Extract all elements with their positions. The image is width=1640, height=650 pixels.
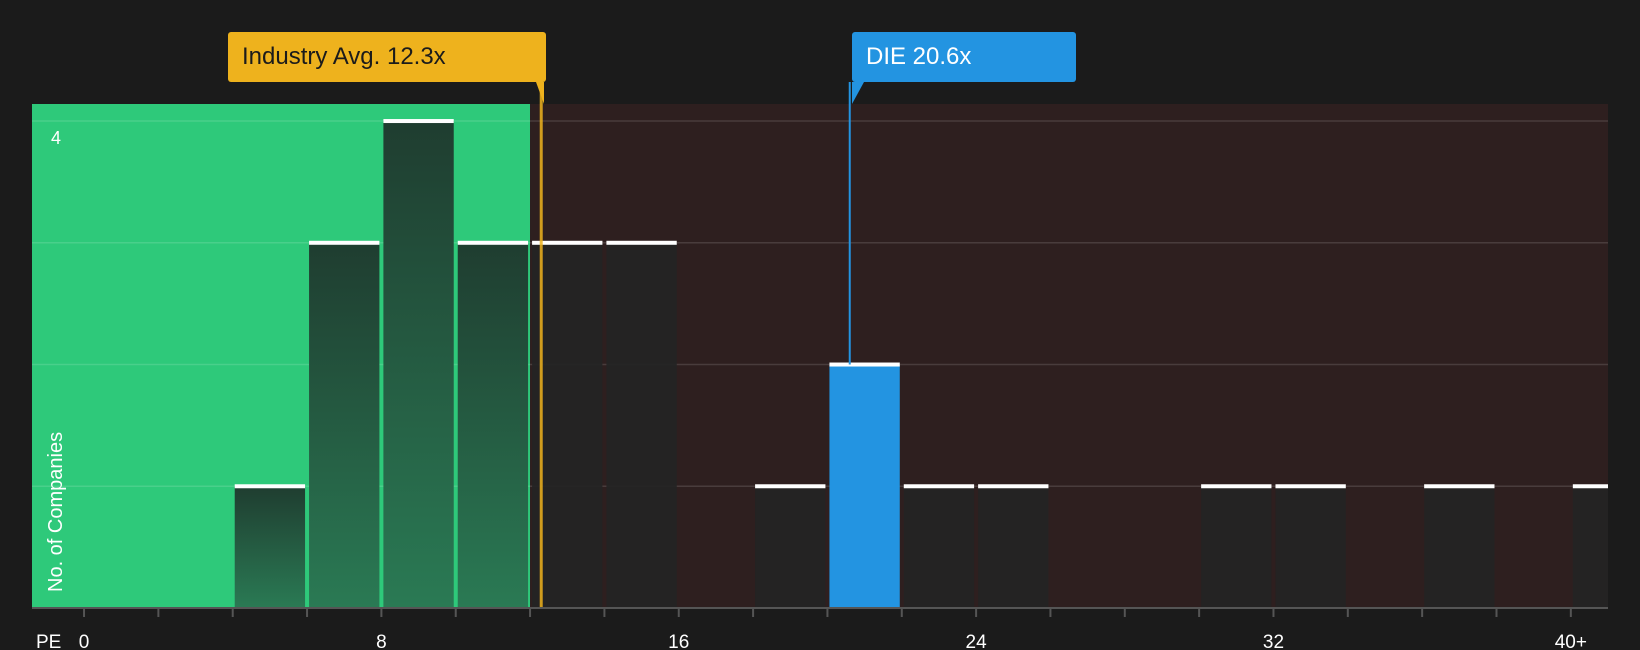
- bar-0: [234, 486, 306, 608]
- bar-11: [1275, 486, 1346, 608]
- x-tick-label: 32: [1263, 632, 1284, 650]
- bar-cap-12: [1424, 484, 1495, 489]
- bar-cap-11: [1275, 484, 1346, 489]
- bar-13: [1572, 486, 1608, 608]
- bar-3: [457, 242, 529, 609]
- bar-cap-2: [383, 119, 454, 124]
- bar-cap-13: [1572, 484, 1608, 489]
- bar-8: [903, 486, 975, 608]
- x-tick-label: 16: [668, 632, 689, 650]
- pe-histogram-chart: 0 8 16 24 32 40+ 4 No. of Companies PE: [32, 82, 1609, 650]
- y-tick-label-top: 4: [51, 128, 61, 148]
- x-tick-label: 8: [376, 632, 387, 650]
- company-callout-pointer: [852, 82, 864, 104]
- bar-1: [309, 242, 380, 609]
- bar-cap-5: [606, 240, 677, 245]
- bar-cap-1: [309, 240, 380, 245]
- bar-12: [1424, 486, 1495, 608]
- bar-cap-6: [755, 484, 826, 489]
- bar-cap-8: [903, 484, 975, 489]
- bar-cap-10: [1201, 484, 1272, 489]
- bar-7: [829, 364, 900, 608]
- industry-callout-pointer: [536, 82, 544, 104]
- bar-cap-7: [829, 362, 900, 367]
- x-tick-label: 0: [79, 632, 90, 650]
- x-tick-label: 40+: [1555, 632, 1587, 650]
- bar-9: [978, 486, 1049, 608]
- industry-average-callout: Industry Avg. 12.3x: [228, 32, 546, 82]
- bar-6: [755, 486, 826, 608]
- bar-2: [383, 121, 454, 608]
- bar-cap-9: [978, 484, 1049, 489]
- y-axis-title: No. of Companies: [45, 432, 67, 592]
- x-axis-title: PE: [36, 632, 61, 650]
- bar-10: [1201, 486, 1272, 608]
- x-tick-label: 24: [966, 632, 988, 650]
- company-pe-callout: DIE 20.6x: [852, 32, 1076, 82]
- bar-cap-3: [457, 240, 529, 245]
- bar-5: [606, 242, 677, 609]
- bar-cap-0: [234, 484, 306, 489]
